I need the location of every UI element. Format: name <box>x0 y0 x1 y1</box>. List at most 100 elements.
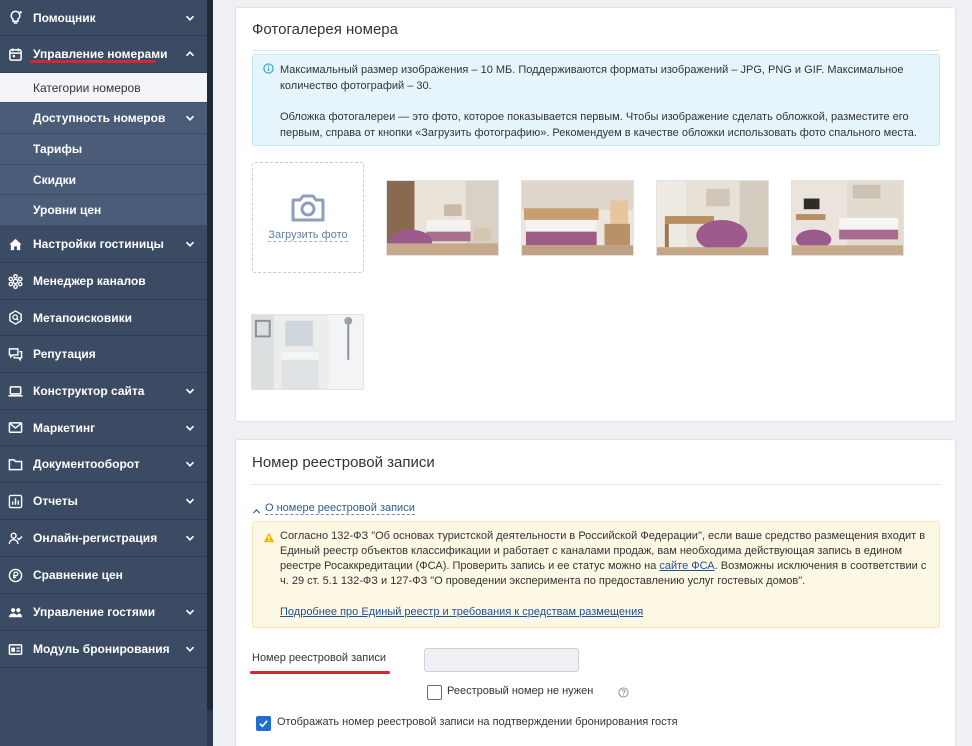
gallery-photo[interactable] <box>521 180 634 256</box>
sidebar-item-marketing[interactable]: Маркетинг <box>0 410 207 446</box>
sidebar-subitem-rates[interactable]: Тарифы <box>0 134 207 165</box>
sidebar-subitem-label: Категории номеров <box>33 80 141 95</box>
lightbulb-icon <box>7 10 23 26</box>
camera-icon <box>291 194 325 222</box>
sidebar-item-booking-module[interactable]: Модуль бронирования <box>0 631 207 668</box>
sidebar-item-label: Управление номерами <box>33 47 168 61</box>
sidebar-item-label: Документооборот <box>33 457 140 471</box>
chevron-down-icon <box>183 496 197 506</box>
sidebar: Помощник Управление номерами Категории н… <box>0 0 207 746</box>
gallery-photo[interactable] <box>791 180 904 256</box>
sidebar-subitem-price-levels[interactable]: Уровни цен <box>0 195 207 226</box>
sidebar-item-label: Метапоисковики <box>33 310 133 325</box>
sidebar-item-reputation[interactable]: Репутация <box>0 336 207 373</box>
info-icon <box>263 63 274 74</box>
sidebar-subitem-label: Тарифы <box>33 142 83 156</box>
sidebar-item-guest-management[interactable]: Управление гостями <box>0 594 207 631</box>
sidebar-subitem-label: Доступность номеров <box>33 111 166 125</box>
registry-info-toggle[interactable]: О номере реестровой записи <box>265 502 415 515</box>
highlight-underline <box>30 60 156 63</box>
divider <box>252 50 940 51</box>
gallery-photo[interactable] <box>656 180 769 256</box>
chevron-down-icon <box>183 113 197 123</box>
sidebar-item-label: Управление гостями <box>33 605 156 619</box>
upload-photo-button[interactable]: Загрузить фото <box>252 162 364 273</box>
show-registry-on-confirmation-checkbox[interactable] <box>256 716 271 731</box>
registry-number-label: Номер реестровой записи <box>252 652 386 664</box>
currency-icon <box>7 567 23 583</box>
sidebar-item-label: Онлайн-регистрация <box>33 531 158 545</box>
sidebar-item-metasearch[interactable]: Метапоисковики <box>0 300 207 336</box>
gallery-info-box: Максимальный размер изображения – 10 МБ.… <box>252 54 940 146</box>
fsa-site-link[interactable]: сайте ФСА <box>659 560 714 572</box>
mail-icon <box>7 420 23 436</box>
chevron-down-icon <box>183 607 197 617</box>
sidebar-item-label: Конструктор сайта <box>33 384 145 398</box>
gallery-photo[interactable] <box>251 314 364 390</box>
sidebar-subitem-discounts[interactable]: Скидки <box>0 165 207 195</box>
bar-chart-icon <box>7 493 23 509</box>
registry-number-input[interactable] <box>424 648 579 672</box>
highlight-underline <box>250 671 390 674</box>
home-icon <box>7 236 23 252</box>
info-text-2: Обложка фотогалереи — это фото, которое … <box>280 111 917 139</box>
laptop-icon <box>7 383 23 399</box>
more-info-wrapper: Подробнее про Единый реестр и требования… <box>280 605 927 620</box>
chevron-down-icon <box>183 533 197 543</box>
sidebar-item-label: Помощник <box>33 10 96 25</box>
registry-title: Номер реестровой записи <box>252 454 435 471</box>
user-check-icon <box>7 530 23 546</box>
search-icon <box>7 310 23 326</box>
chevron-up-icon <box>183 49 197 59</box>
sidebar-item-documents[interactable]: Документооборот <box>0 446 207 483</box>
chevron-down-icon <box>183 459 197 469</box>
sidebar-item-label: Сравнение цен <box>33 568 123 582</box>
booking-icon <box>7 641 23 657</box>
sidebar-item-reports[interactable]: Отчеты <box>0 483 207 520</box>
sidebar-item-price-comparison[interactable]: Сравнение цен <box>0 557 207 594</box>
show-registry-on-confirmation-label: Отображать номер реестровой записи на по… <box>277 716 678 728</box>
calendar-icon <box>7 46 23 62</box>
chevron-down-icon <box>183 13 197 23</box>
help-icon[interactable] <box>618 687 629 698</box>
gallery-title: Фотогалерея номера <box>252 21 398 38</box>
sidebar-item-label: Модуль бронирования <box>33 642 170 656</box>
sidebar-subitem-availability[interactable]: Доступность номеров <box>0 103 207 134</box>
registry-not-needed-label: Реестровый номер не нужен <box>447 685 594 697</box>
sidebar-item-online-checkin[interactable]: Онлайн-регистрация <box>0 520 207 557</box>
sidebar-item-channel-manager[interactable]: Менеджер каналов <box>0 263 207 300</box>
checkmark-icon <box>259 720 268 728</box>
sidebar-subitem-label: Уровни цен <box>33 203 102 217</box>
sidebar-item-hotel-settings[interactable]: Настройки гостиницы <box>0 226 207 263</box>
registry-warning-box: Согласно 132-ФЗ "Об основах туристской д… <box>252 521 940 628</box>
chevron-down-icon <box>183 423 197 433</box>
sidebar-item-label: Репутация <box>33 347 96 361</box>
divider <box>252 484 940 485</box>
warning-text: Согласно 132-ФЗ "Об основах туристской д… <box>280 529 927 589</box>
sidebar-item-label: Менеджер каналов <box>33 274 146 288</box>
warning-icon <box>263 532 275 543</box>
gallery-card: Фотогалерея номера Максимальный размер и… <box>235 7 956 422</box>
sidebar-item-label: Отчеты <box>33 494 78 508</box>
info-text-1: Максимальный размер изображения – 10 МБ.… <box>280 64 904 92</box>
sidebar-item-site-builder[interactable]: Конструктор сайта <box>0 373 207 410</box>
folder-icon <box>7 456 23 472</box>
sidebar-item-label: Настройки гостиницы <box>33 237 164 251</box>
chevron-down-icon <box>183 386 197 396</box>
chevron-down-icon <box>183 644 197 654</box>
gear-network-icon <box>7 273 23 289</box>
upload-photo-label: Загрузить фото <box>268 229 348 242</box>
sidebar-item-rooms[interactable]: Управление номерами <box>0 36 207 73</box>
users-icon <box>7 604 23 620</box>
registry-card: Номер реестровой записи О номере реестро… <box>235 439 956 746</box>
chat-icon <box>7 346 23 362</box>
chevron-up-icon[interactable] <box>252 503 264 515</box>
sidebar-subitem-room-categories[interactable]: Категории номеров <box>0 73 207 103</box>
chevron-down-icon <box>183 239 197 249</box>
main-content: Фотогалерея номера Максимальный размер и… <box>213 0 972 746</box>
sidebar-item-assistant[interactable]: Помощник <box>0 0 207 36</box>
gallery-photo[interactable] <box>386 180 499 256</box>
sidebar-subitem-label: Скидки <box>33 172 77 187</box>
registry-not-needed-checkbox[interactable] <box>427 685 442 700</box>
registry-more-link[interactable]: Подробнее про Единый реестр и требования… <box>280 606 643 618</box>
